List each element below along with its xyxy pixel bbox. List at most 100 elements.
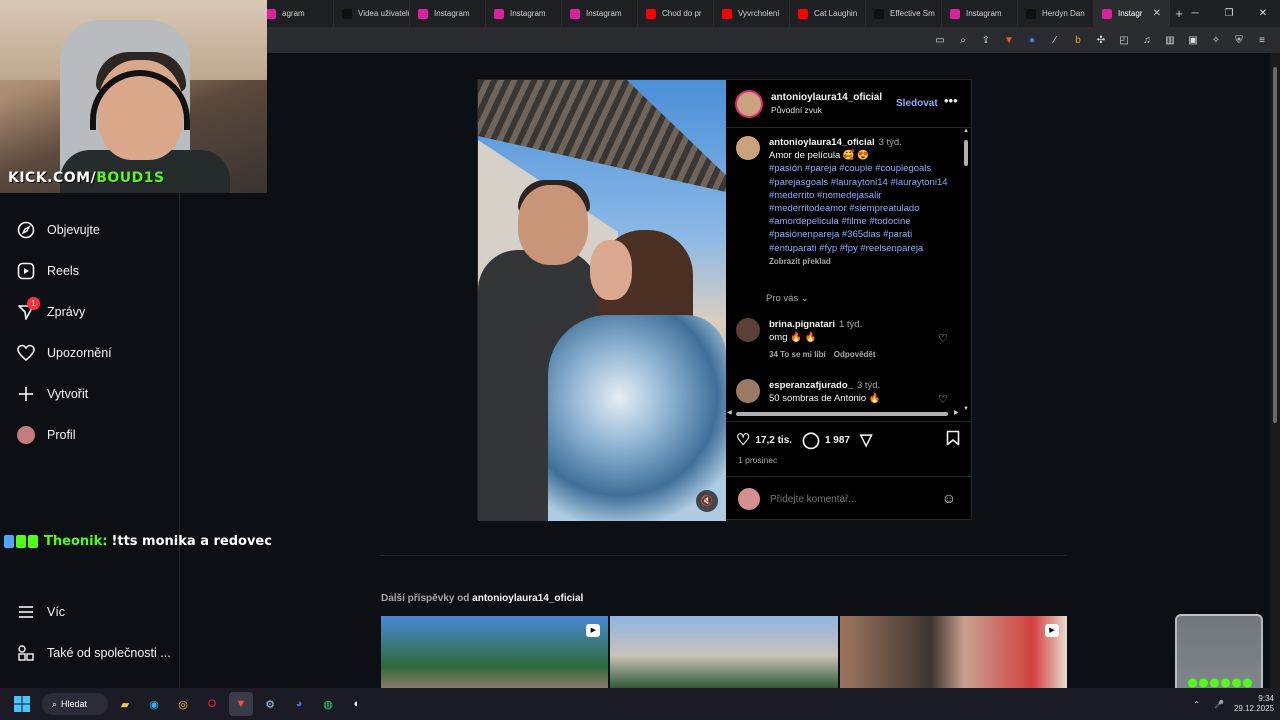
heart-icon[interactable]: ♡ — [938, 393, 948, 406]
vpn-icon[interactable]: ⛨ — [1231, 32, 1247, 48]
mute-icon[interactable]: 🔇 — [696, 490, 718, 512]
comment-username[interactable]: brina.pignatari — [769, 319, 835, 330]
edge-icon[interactable]: ◉ — [142, 692, 166, 716]
sidebar-item-meta[interactable]: Také od společnosti ... — [17, 644, 171, 662]
url-field[interactable]: / — [260, 31, 940, 49]
post-username[interactable]: antonioylaura14_oficial — [771, 92, 882, 103]
avatar[interactable] — [736, 379, 760, 403]
close-tab-icon[interactable]: ✕ — [1153, 8, 1161, 19]
close-window-icon[interactable]: ✕ — [1246, 0, 1280, 27]
kick-prefix: KICK.COM/ — [8, 170, 97, 186]
scroll-thumb[interactable] — [964, 140, 968, 166]
grid-post[interactable] — [610, 616, 838, 688]
sidebar-item-profile[interactable]: Profil — [17, 426, 75, 444]
brave-shield-icon[interactable]: ▼ — [1001, 32, 1017, 48]
kick-channel: BOUD1S — [96, 170, 165, 186]
scroll-right-icon[interactable]: ▶ — [954, 409, 959, 416]
browser-tab[interactable]: Chod do pr — [638, 0, 714, 27]
sidebar-item-explore[interactable]: Objevujte — [17, 221, 100, 239]
opera-icon[interactable]: O — [200, 692, 224, 716]
scroll-thumb[interactable] — [1273, 67, 1277, 423]
puzzle-icon[interactable]: ✣ — [1093, 32, 1109, 48]
caption-username[interactable]: antonioylaura14_oficial — [769, 137, 875, 148]
browser-tab[interactable]: Instagram — [410, 0, 486, 27]
extension-blue-icon[interactable]: ● — [1024, 32, 1040, 48]
wallet-icon[interactable]: ▣ — [1185, 32, 1201, 48]
browser-tab[interactable]: Vyvrcholení — [714, 0, 790, 27]
heart-icon[interactable]: ♡ — [938, 332, 948, 345]
more-options-icon[interactable]: ••• — [944, 93, 958, 108]
caption-hashtags[interactable]: #pasión #pareja #couple #couplegoals #pa… — [769, 162, 954, 254]
browser-tab[interactable]: Instagram — [562, 0, 638, 27]
menu-icon[interactable]: ≡ — [1254, 32, 1270, 48]
maximize-icon[interactable]: ❐ — [1212, 0, 1246, 27]
leo-icon[interactable]: ✧ — [1208, 32, 1224, 48]
steam-icon[interactable]: ⚙ — [258, 692, 282, 716]
extension-slash-icon[interactable]: ⁄ — [1047, 32, 1063, 48]
follow-button[interactable]: Sledovat — [896, 98, 938, 109]
sidebar-item-reels[interactable]: Reels — [17, 262, 79, 280]
grid-post[interactable]: ▶ — [839, 616, 1067, 688]
cast-icon[interactable]: ▭ — [932, 32, 948, 48]
browser-tab[interactable]: Videa uživatelů — [334, 0, 410, 27]
emoji-icon[interactable]: ☺ — [942, 490, 956, 506]
scroll-thumb[interactable] — [736, 412, 948, 416]
sidebar-item-more[interactable]: Víc — [17, 603, 65, 621]
sidebar-item-notifications[interactable]: Upozornění — [17, 344, 112, 362]
brave-icon[interactable]: ▼ — [229, 692, 253, 716]
avatar[interactable] — [736, 318, 760, 342]
for-you-toggle[interactable]: Pro vás ⌄ — [766, 293, 809, 304]
bookmark-icon[interactable] — [946, 430, 960, 451]
minimize-icon[interactable]: ─ — [1178, 0, 1212, 27]
browser-tab[interactable]: Instagram — [942, 0, 1018, 27]
more-posts-username[interactable]: antonioylaura14_oficial — [472, 593, 583, 604]
music-icon[interactable]: ♫ — [1139, 32, 1155, 48]
avatar — [17, 426, 35, 444]
compass-icon — [17, 221, 35, 239]
horizontal-scrollbar[interactable]: ◀ ▶ — [726, 410, 962, 418]
scroll-up-icon[interactable]: ▲ — [963, 128, 969, 134]
obs-icon[interactable]: ◐ — [345, 692, 369, 716]
comment-button[interactable]: ◯ 1 987 — [802, 430, 850, 450]
chrome-icon[interactable]: ◎ — [171, 692, 195, 716]
comment-meta: 34 To se mi líbí Odpovědět — [769, 348, 954, 361]
browser-tab[interactable]: Instagram — [486, 0, 562, 27]
sidebar-toggle-icon[interactable]: ▥ — [1162, 32, 1178, 48]
browser-tab[interactable]: Effective Sm — [866, 0, 942, 27]
comment-likes[interactable]: 34 To se mi líbí — [769, 350, 826, 359]
browser-tab[interactable]: Instagr ✕ — [1094, 0, 1170, 27]
zoom-icon[interactable]: ⌕ — [955, 32, 971, 48]
comment-input[interactable] — [770, 493, 930, 505]
comments-pane[interactable]: antonioylaura14_oficial 3 týd. Amor de pe… — [726, 128, 972, 422]
spotify-icon[interactable]: ◍ — [316, 692, 340, 716]
scroll-left-icon[interactable]: ◀ — [727, 409, 732, 416]
browser-tab[interactable]: Cat Laughin — [790, 0, 866, 27]
sidebar-item-create[interactable]: Vytvořit — [17, 385, 88, 403]
like-button[interactable]: ♡ 17,2 tis. — [736, 430, 792, 450]
vertical-scrollbar[interactable]: ▲ ▼ — [962, 128, 970, 418]
sidebar-item-messages[interactable]: 1 Zprávy — [17, 297, 85, 321]
reply-button[interactable]: Odpovědět — [834, 350, 876, 359]
clock[interactable]: 9:34 29.12.2025 — [1234, 694, 1274, 714]
browser-tab[interactable]: Herdyn Dan — [1018, 0, 1094, 27]
avatar[interactable] — [736, 136, 760, 160]
translate-link[interactable]: Zobrazit překlad — [769, 255, 954, 268]
comment-username[interactable]: esperanzafjurado_ — [769, 380, 853, 391]
browser-tab[interactable]: agram — [258, 0, 334, 27]
windows-start-icon[interactable] — [10, 692, 34, 716]
capture-icon[interactable]: ◰ — [1116, 32, 1132, 48]
grid-post[interactable]: ▶ — [381, 616, 609, 688]
discord-icon[interactable]: ◕ — [287, 692, 311, 716]
extension-b-icon[interactable]: b — [1070, 32, 1086, 48]
chevron-up-icon[interactable]: ⌃ — [1193, 700, 1200, 709]
microphone-icon[interactable]: 🎤 — [1214, 700, 1224, 709]
taskbar-search[interactable]: ⌕ Hledat — [42, 693, 108, 715]
page-scrollbar[interactable] — [1270, 53, 1280, 688]
avatar[interactable] — [735, 89, 763, 118]
share-icon[interactable]: ⇪ — [978, 32, 994, 48]
reel-video[interactable]: 🔇 — [478, 80, 726, 521]
file-explorer-icon[interactable]: ▰ — [113, 692, 137, 716]
audio-label[interactable]: Původní zvuk — [771, 105, 882, 115]
share-button[interactable]: ▽ — [860, 430, 877, 450]
scroll-down-icon[interactable]: ▼ — [963, 406, 969, 412]
